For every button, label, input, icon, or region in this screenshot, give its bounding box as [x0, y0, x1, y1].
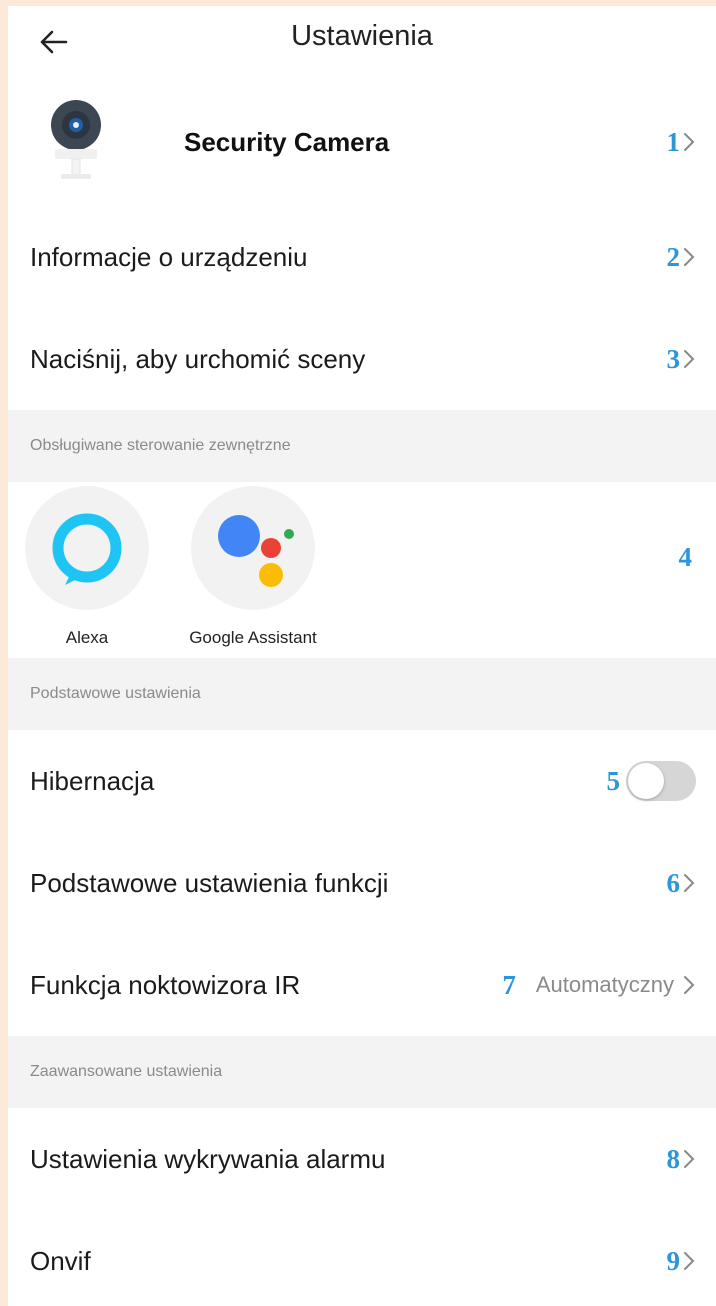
alexa-option[interactable]: Alexa: [22, 486, 152, 648]
marker-9: 9: [666, 1245, 681, 1276]
hibernation-label: Hibernacja: [30, 765, 155, 796]
device-info-row[interactable]: Informacje o urządzeniu 2: [8, 206, 716, 308]
ir-night-vision-row[interactable]: Funkcja noktowizora IR 7 Automatyczny: [8, 934, 716, 1036]
marker-7: 7: [502, 969, 516, 1000]
device-name: Security Camera: [184, 126, 390, 157]
header: Ustawienia: [8, 6, 716, 78]
marker-1: 1: [666, 126, 681, 157]
external-control-panel: Alexa Google Assistant 4: [8, 482, 716, 658]
settings-screen: Ustawienia Security Camera 1 Informacje …: [8, 6, 716, 1306]
section-header-advanced: Zaawansowane ustawienia: [8, 1036, 716, 1108]
camera-icon: [51, 100, 101, 179]
chevron-right-icon: [684, 1150, 695, 1168]
marker-2: 2: [666, 241, 681, 272]
section-header-basic: Podstawowe ustawienia: [8, 658, 716, 730]
chevron-right-icon: [684, 248, 695, 266]
hibernation-toggle[interactable]: [626, 761, 696, 801]
toggle-knob: [628, 763, 664, 799]
marker-6: 6: [666, 867, 681, 898]
onvif-row[interactable]: Onvif 9: [8, 1210, 716, 1306]
basic-functions-label: Podstawowe ustawienia funkcji: [30, 867, 389, 898]
chevron-right-icon: [684, 133, 695, 151]
google-assistant-icon: [218, 515, 294, 587]
google-assistant-label: Google Assistant: [189, 628, 317, 647]
alexa-icon: [52, 513, 122, 585]
scenes-label: Naciśnij, aby urchomić sceny: [30, 343, 366, 374]
scenes-row[interactable]: Naciśnij, aby urchomić sceny 3: [8, 308, 716, 410]
hibernation-row: Hibernacja 5: [8, 730, 716, 832]
chevron-right-icon: [684, 1252, 695, 1270]
marker-5: 5: [606, 765, 621, 796]
google-assistant-option[interactable]: Google Assistant: [188, 486, 318, 648]
ir-night-vision-label: Funkcja noktowizora IR: [30, 969, 301, 1000]
alexa-label: Alexa: [65, 628, 109, 647]
alarm-detection-label: Ustawienia wykrywania alarmu: [30, 1143, 386, 1174]
chevron-right-icon: [684, 976, 695, 994]
basic-functions-row[interactable]: Podstawowe ustawienia funkcji 6: [8, 832, 716, 934]
chevron-right-icon: [684, 874, 695, 892]
marker-3: 3: [666, 343, 681, 374]
page-title: Ustawienia: [291, 20, 433, 52]
device-row[interactable]: Security Camera 1: [8, 78, 716, 206]
marker-8: 8: [666, 1143, 681, 1174]
marker-4: 4: [678, 542, 693, 572]
device-info-label: Informacje o urządzeniu: [30, 241, 308, 272]
section-header-external: Obsługiwane sterowanie zewnętrzne: [8, 410, 716, 482]
ir-mode-value: Automatyczny: [535, 972, 674, 997]
chevron-right-icon: [684, 350, 695, 368]
onvif-label: Onvif: [30, 1245, 91, 1276]
alarm-detection-row[interactable]: Ustawienia wykrywania alarmu 8: [8, 1108, 716, 1210]
